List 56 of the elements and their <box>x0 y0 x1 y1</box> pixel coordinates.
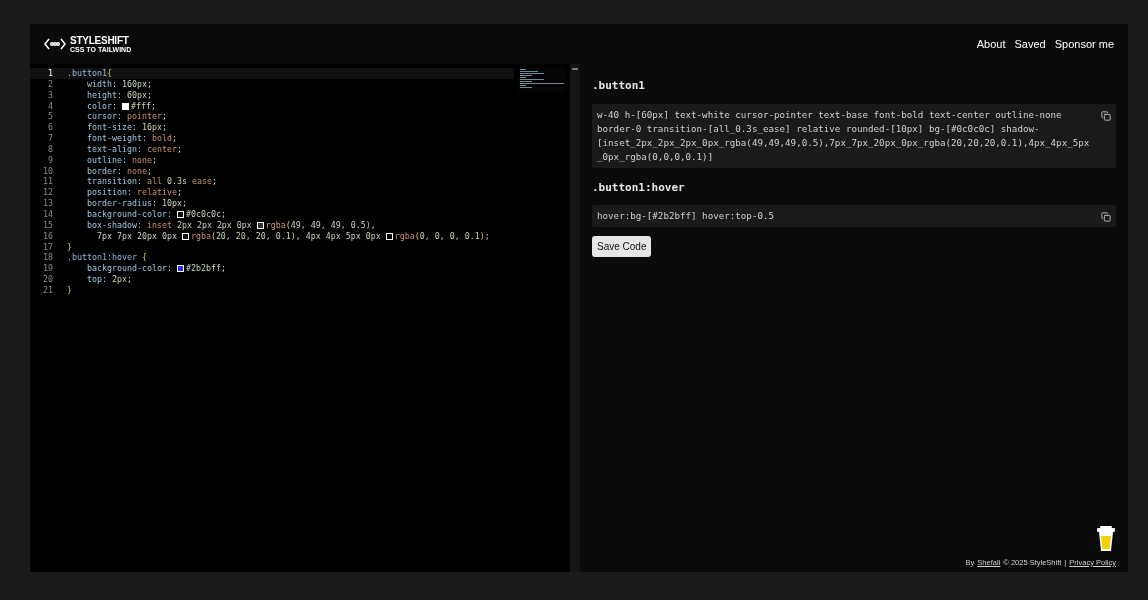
line-number: 6 <box>47 122 53 134</box>
code-line: transition: all 0.3s ease; <box>85 176 217 188</box>
line-number: 1 <box>47 68 53 79</box>
line-number: 19 <box>42 263 53 275</box>
code-line: font-weight: bold; <box>85 133 177 144</box>
line-number: 3 <box>47 89 53 101</box>
line-number: 2 <box>47 78 53 90</box>
selector-heading: .button1:hover <box>592 179 686 196</box>
code-line: position: relative; <box>85 187 182 199</box>
code-line: 7px 7px 20px 0px rgba(20, 20, 20, 0.1), 4px 4px 5px 0px rgba(0, 0, 0, 0.1); <box>95 230 490 242</box>
tailwind-classes: hover:bg-[#2b2bff] hover:top-0.5 <box>597 209 775 223</box>
code-line: } <box>67 284 72 296</box>
code-line: border-radius: 10px; <box>85 198 187 209</box>
code-line: border: none; <box>85 165 152 177</box>
line-number: 15 <box>42 219 53 231</box>
copy-icon[interactable] <box>1101 212 1111 222</box>
selector-heading: .button1 <box>592 78 646 94</box>
nav-link[interactable]: About <box>976 35 1006 53</box>
line-number: 8 <box>47 143 53 155</box>
line-number: 10 <box>42 165 53 177</box>
line-number: 13 <box>42 198 53 209</box>
code-line: font-size: 16px; <box>85 122 167 134</box>
save-code-button[interactable]: Save Code <box>592 236 652 257</box>
code-brackets-icon <box>44 38 66 50</box>
code-line: height: 60px; <box>85 89 152 101</box>
code-line: top: 2px; <box>85 274 132 285</box>
line-number: 12 <box>42 187 53 199</box>
code-line: text-align: center; <box>85 143 182 155</box>
line-number: 17 <box>42 241 53 253</box>
line-number: 7 <box>47 133 53 144</box>
logo-name: STYLESHIFT <box>70 35 130 46</box>
nav-link[interactable]: Sponsor me <box>1054 35 1114 53</box>
code-line: .button1:hover { <box>67 252 147 264</box>
copy-icon[interactable] <box>1101 110 1111 121</box>
code-line: outline: none; <box>85 154 157 166</box>
code-line: color: #fff; <box>85 100 156 112</box>
line-number: 16 <box>42 230 53 242</box>
line-number: 18 <box>42 252 53 264</box>
nav-link[interactable]: Saved <box>1014 35 1046 53</box>
line-number: 5 <box>47 111 53 123</box>
line-number: 11 <box>42 176 53 188</box>
line-number: 21 <box>42 284 53 296</box>
coffee-cup-icon[interactable] <box>1096 524 1116 553</box>
code-line: } <box>67 241 72 253</box>
code-line: cursor: pointer; <box>85 111 167 123</box>
code-line: background-color: #0c0c0c; <box>85 208 226 220</box>
line-number: 9 <box>47 154 53 166</box>
code-line: .button1{ <box>67 68 112 79</box>
line-number: 20 <box>42 274 53 285</box>
line-number: 14 <box>42 208 53 220</box>
tailwind-classes: w-40 h-[60px] text-white cursor-pointer text-base font-bold text-center outline-none border-0 transition-[all_0.3s_ease] relative rounded-[10px] bg-[#0c0c0c] shadow-[inset_2px_2px_2px_0px_rgba(49,49,49,0.5),7px_7px_20px_0px_rgba(20,20,20,0.1),4px_4px_5px_0px_rgba(0,0,0,0.1)] <box>597 107 1091 164</box>
code-line: background-color: #2b2bff; <box>85 263 226 275</box>
line-number: 4 <box>47 100 53 112</box>
code-line: box-shadow: inset 2px 2px 2px 0px rgba(49, 49, 49, 0.5), <box>85 219 376 231</box>
scrollbar[interactable] <box>572 68 578 70</box>
code-line: width: 160px; <box>85 78 152 90</box>
